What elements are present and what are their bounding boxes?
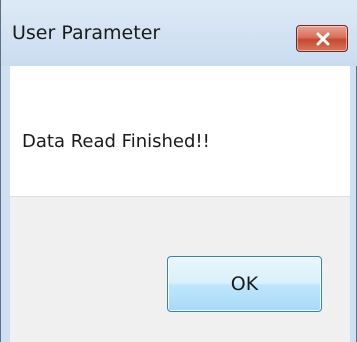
dialog-title: User Parameter	[12, 22, 161, 44]
message-dialog: User Parameter Data Read Finished!! OK	[0, 0, 357, 342]
dialog-content: Data Read Finished!!	[10, 66, 350, 196]
dialog-titlebar[interactable]: User Parameter	[1, 0, 357, 66]
close-x-icon	[316, 32, 330, 46]
dialog-footer: OK	[10, 196, 350, 342]
close-button[interactable]	[296, 25, 348, 52]
ok-button[interactable]: OK	[167, 256, 322, 312]
dialog-message: Data Read Finished!!	[22, 131, 210, 152]
